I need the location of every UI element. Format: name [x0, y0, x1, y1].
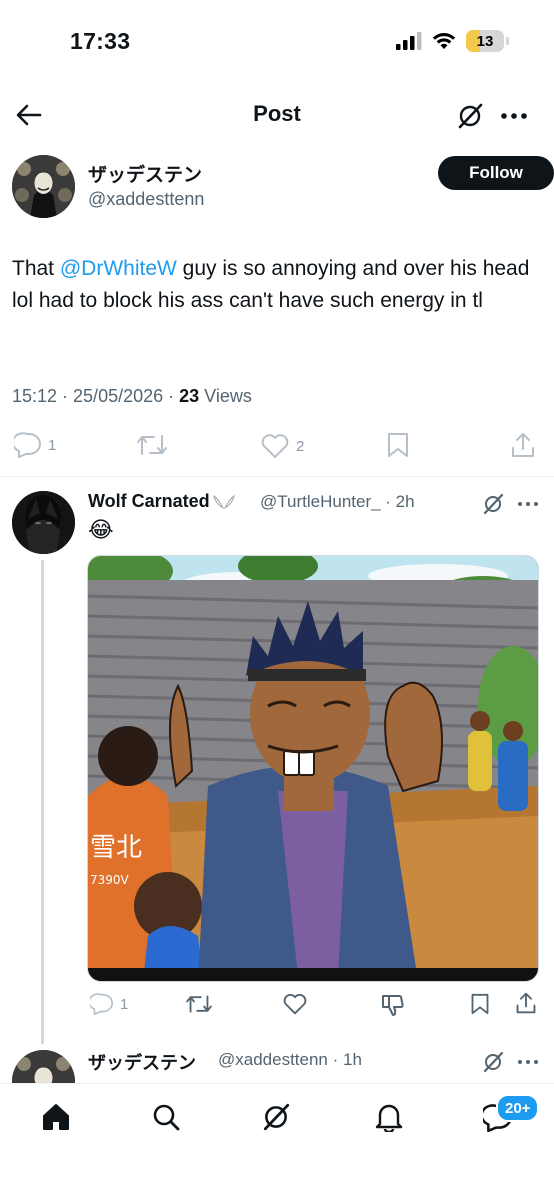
- reply-display-name-text: Wolf Carnated: [88, 491, 210, 511]
- thumbs-down-icon: [380, 993, 406, 1017]
- reply-display-name[interactable]: Wolf Carnated: [88, 491, 236, 512]
- share-icon: [510, 431, 536, 459]
- image-shirt-number: 7390V: [90, 873, 130, 887]
- image-shirt-text: 雪北: [90, 833, 142, 863]
- post-handle[interactable]: @xaddesttenn: [88, 189, 204, 210]
- grok-icon[interactable]: [454, 100, 486, 132]
- status-time: 17:33: [70, 28, 131, 54]
- post-text: That @DrWhiteW guy is so annoying and ov…: [12, 253, 542, 317]
- reply-heart-icon: [282, 993, 308, 1015]
- battery-cap: [506, 37, 509, 45]
- status-icons: 13: [396, 30, 509, 52]
- reply-reply-count: 1: [120, 995, 129, 1013]
- post-text-start: That: [12, 257, 60, 280]
- reply-more-icon[interactable]: [515, 496, 541, 512]
- reply-emoji: 😂: [88, 517, 114, 542]
- signal-icon: [396, 32, 422, 50]
- bookmark-icon: [386, 432, 410, 458]
- reply-bookmark-icon: [470, 993, 490, 1015]
- notifications-bell-icon[interactable]: [373, 1101, 405, 1133]
- like-button[interactable]: 2: [260, 433, 304, 459]
- divider: [0, 476, 554, 477]
- reply-like-button[interactable]: [282, 993, 308, 1015]
- reply-button[interactable]: 1: [14, 432, 56, 458]
- reply-image[interactable]: 雪北 7390V: [87, 555, 539, 982]
- post-meta: 15:12 · 25/05/2026 · 23 Views: [12, 386, 252, 407]
- repost-button[interactable]: [136, 432, 168, 458]
- reply-icon: [14, 432, 42, 458]
- reply-grok-icon[interactable]: [480, 491, 506, 517]
- views-count: 23: [179, 386, 200, 406]
- reply-repost-icon: [185, 993, 213, 1015]
- wings-icon: [212, 494, 236, 510]
- reply2-handle-time[interactable]: @xaddesttenn · 1h: [218, 1050, 362, 1070]
- battery-indicator: 13: [466, 30, 504, 52]
- reply-share-icon: [515, 991, 537, 1015]
- share-button[interactable]: [510, 431, 536, 459]
- post-timestamp: 15:12 · 25/05/2026 ·: [12, 386, 180, 406]
- mention-link[interactable]: @DrWhiteW: [60, 257, 177, 280]
- wifi-icon: [432, 32, 456, 50]
- follow-button[interactable]: Follow: [438, 156, 554, 190]
- views-label: Views: [199, 386, 252, 406]
- reply2-display-name[interactable]: ザッデステン: [88, 1049, 196, 1075]
- search-icon[interactable]: [150, 1101, 182, 1133]
- reply2-grok-icon[interactable]: [480, 1049, 506, 1075]
- reply-reply-button[interactable]: 1: [90, 993, 128, 1015]
- notifications-badge: 20+: [496, 1094, 540, 1122]
- heart-icon: [260, 433, 290, 459]
- reply-avatar[interactable]: [12, 491, 75, 554]
- like-count: 2: [296, 437, 305, 455]
- more-options-icon[interactable]: [498, 104, 530, 128]
- reply-share-button[interactable]: [515, 991, 537, 1015]
- reply-handle-time[interactable]: @TurtleHunter_ · 2h: [260, 492, 415, 512]
- reply-bookmark-button[interactable]: [470, 993, 490, 1015]
- nav-grok-icon[interactable]: [260, 1101, 292, 1133]
- repost-icon: [136, 432, 168, 458]
- post-display-name[interactable]: ザッデステン: [88, 160, 202, 187]
- reply-count: 1: [48, 436, 57, 454]
- reply-dislike-button[interactable]: [380, 993, 406, 1017]
- reply-reply-icon: [90, 993, 114, 1015]
- home-icon[interactable]: [40, 1101, 72, 1133]
- avatar[interactable]: [12, 155, 75, 218]
- reply-repost-button[interactable]: [185, 993, 213, 1015]
- bookmark-button[interactable]: [386, 432, 410, 458]
- thread-line: [41, 560, 44, 1044]
- reply2-more-icon[interactable]: [515, 1054, 541, 1070]
